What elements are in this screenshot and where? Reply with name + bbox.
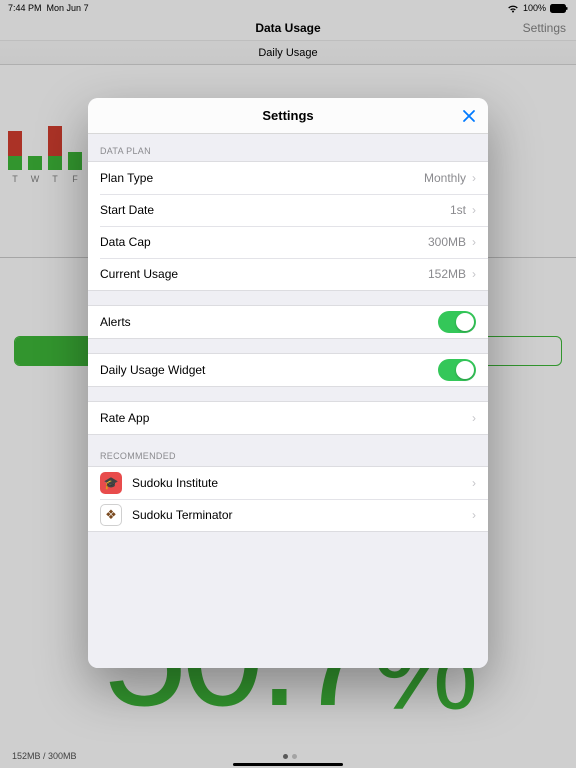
chevron-right-icon: › bbox=[472, 476, 476, 490]
row-label: Daily Usage Widget bbox=[100, 363, 438, 377]
modal-body: DATA PLAN Plan Type Monthly › Start Date… bbox=[88, 134, 488, 668]
modal-header: Settings bbox=[88, 98, 488, 134]
row-data-cap[interactable]: Data Cap 300MB › bbox=[88, 226, 488, 258]
row-label: Rate App bbox=[100, 411, 472, 425]
row-value: Monthly bbox=[424, 171, 466, 185]
row-label: Start Date bbox=[100, 203, 450, 217]
chevron-right-icon: › bbox=[472, 267, 476, 281]
section-header-recommended: RECOMMENDED bbox=[88, 435, 488, 466]
app-name: Sudoku Institute bbox=[132, 476, 472, 490]
chevron-right-icon: › bbox=[472, 411, 476, 425]
app-icon: ❖ bbox=[100, 504, 122, 526]
row-current-usage[interactable]: Current Usage 152MB › bbox=[88, 258, 488, 290]
chevron-right-icon: › bbox=[472, 235, 476, 249]
recommended-group: 🎓Sudoku Institute›❖Sudoku Terminator› bbox=[88, 466, 488, 532]
row-label: Plan Type bbox=[100, 171, 424, 185]
row-recommended-app[interactable]: ❖ Sudoku Terminator› bbox=[88, 499, 488, 531]
row-label: Alerts bbox=[100, 315, 438, 329]
row-start-date[interactable]: Start Date 1st › bbox=[88, 194, 488, 226]
row-value: 1st bbox=[450, 203, 466, 217]
app-icon: 🎓 bbox=[100, 472, 122, 494]
row-label: Current Usage bbox=[100, 267, 428, 281]
settings-modal: Settings DATA PLAN Plan Type Monthly › S… bbox=[88, 98, 488, 668]
app-name: Sudoku Terminator bbox=[132, 508, 472, 522]
close-icon[interactable] bbox=[460, 107, 478, 125]
modal-title: Settings bbox=[262, 108, 313, 123]
daily-widget-toggle[interactable] bbox=[438, 359, 476, 381]
chevron-right-icon: › bbox=[472, 203, 476, 217]
row-plan-type[interactable]: Plan Type Monthly › bbox=[88, 162, 488, 194]
row-alerts: Alerts bbox=[88, 306, 488, 338]
row-value: 300MB bbox=[428, 235, 466, 249]
alerts-toggle[interactable] bbox=[438, 311, 476, 333]
row-daily-widget: Daily Usage Widget bbox=[88, 354, 488, 386]
row-label: Data Cap bbox=[100, 235, 428, 249]
row-rate-app[interactable]: Rate App › bbox=[88, 402, 488, 434]
data-plan-group: Plan Type Monthly › Start Date 1st › Dat… bbox=[88, 161, 488, 291]
row-recommended-app[interactable]: 🎓 Sudoku Institute› bbox=[88, 467, 488, 499]
row-value: 152MB bbox=[428, 267, 466, 281]
chevron-right-icon: › bbox=[472, 508, 476, 522]
chevron-right-icon: › bbox=[472, 171, 476, 185]
section-header-data-plan: DATA PLAN bbox=[88, 134, 488, 161]
